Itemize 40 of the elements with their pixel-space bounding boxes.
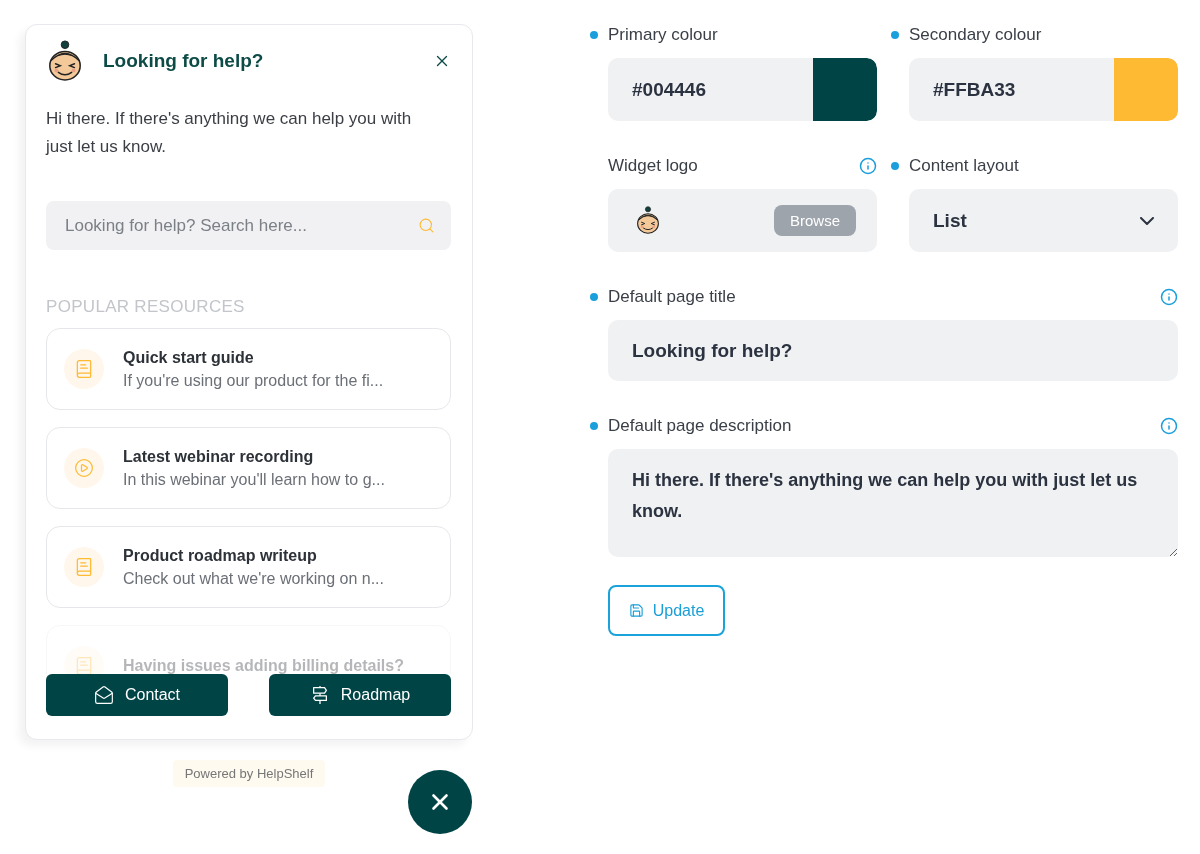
chevron-down-icon [1140, 216, 1154, 225]
contact-button[interactable]: Contact [46, 674, 228, 716]
resource-title: Quick start guide [123, 347, 255, 368]
resource-card[interactable]: Product roadmap writeup Check out what we're working on n... [46, 526, 451, 608]
book-icon [64, 349, 104, 389]
envelope-icon [93, 685, 114, 705]
field-label: Default page description [608, 416, 792, 436]
save-icon [628, 603, 644, 618]
resource-card[interactable]: Latest webinar recording In this webinar you'll learn how to g... [46, 427, 451, 509]
field-label: Default page title [608, 287, 736, 307]
resource-title: Latest webinar recording [123, 446, 315, 467]
search-icon [418, 217, 435, 234]
description-textarea[interactable]: Hi there. If there's anything we can help you with just let us know. [608, 449, 1178, 557]
widget-title: Looking for help? [103, 50, 264, 72]
play-icon [64, 448, 104, 488]
resource-summary: In this webinar you'll learn how to g... [123, 469, 385, 490]
resource-summary: If you're using our product for the fi... [123, 370, 384, 391]
resource-summary: Check out what we're working on n... [123, 568, 384, 589]
mascot-logo-icon [46, 40, 84, 82]
info-icon[interactable] [1160, 288, 1178, 306]
resource-title: Having issues adding billing details? [123, 656, 404, 674]
field-label: Primary colour [608, 25, 718, 45]
widget-description: Hi there. If there's anything we can help you with just let us know. [46, 108, 413, 158]
mascot-logo-icon [635, 206, 661, 235]
search-field[interactable]: Looking for help? Search here... [46, 201, 451, 250]
field-label: Widget logo [608, 156, 698, 176]
color-input-field[interactable]: #004446 [608, 58, 877, 121]
resource-title: Product roadmap writeup [123, 545, 318, 566]
title-input-field[interactable]: Looking for help? [608, 320, 1178, 381]
powered-by-link[interactable]: Powered by HelpShelf [172, 760, 326, 787]
layout-select[interactable]: List [909, 189, 1178, 252]
resource-card[interactable]: Quick start guide If you're using our product for the fi... [46, 328, 451, 410]
info-icon[interactable] [859, 157, 877, 175]
section-heading: POPULAR RESOURCES [46, 297, 246, 317]
color-input-field[interactable]: #FFBA33 [909, 58, 1178, 121]
field-label: Content layout [909, 156, 1019, 176]
info-icon[interactable] [1160, 417, 1178, 435]
roadmap-button[interactable]: Roadmap [269, 674, 451, 716]
book-icon [64, 547, 104, 587]
field-label: Secondary colour [909, 25, 1042, 45]
